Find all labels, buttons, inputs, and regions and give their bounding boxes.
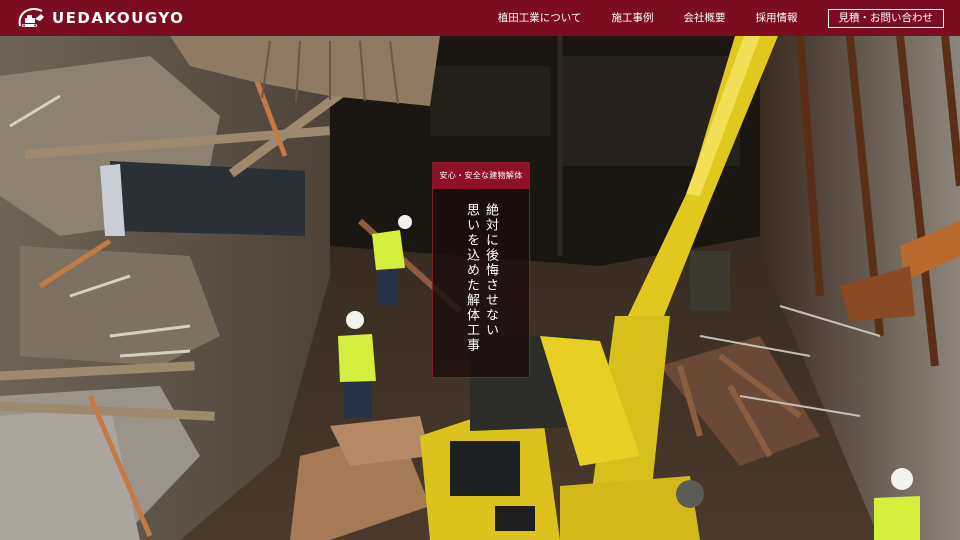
nav-recruit[interactable]: 採用情報: [756, 0, 798, 36]
brand-name: UEDAKOUGYO: [52, 9, 185, 27]
hero-headline-line-2: 思いを込めた解体工事: [464, 203, 479, 353]
main-nav: 植田工業について 施工事例 会社概要 採用情報 見積・お問い合わせ: [498, 0, 944, 36]
excavator-logo-icon: [18, 8, 44, 27]
hero-message-card: 安心・安全な建物解体 絶対に後悔させない 思いを込めた解体工事: [432, 162, 530, 378]
nav-works[interactable]: 施工事例: [612, 0, 654, 36]
hero-headline-line-1: 絶対に後悔させない: [483, 203, 498, 338]
brand-logo[interactable]: UEDAKOUGYO: [14, 5, 184, 31]
hero-tagline: 安心・安全な建物解体: [433, 163, 529, 189]
hero-headline: 絶対に後悔させない 思いを込めた解体工事: [433, 203, 529, 353]
site-header: UEDAKOUGYO 植田工業について 施工事例 会社概要 採用情報 見積・お問…: [0, 0, 960, 36]
contact-button[interactable]: 見積・お問い合わせ: [827, 8, 944, 28]
nav-about[interactable]: 植田工業について: [498, 0, 582, 36]
nav-company[interactable]: 会社概要: [684, 0, 726, 36]
hero-section: 安心・安全な建物解体 絶対に後悔させない 思いを込めた解体工事: [0, 36, 960, 540]
